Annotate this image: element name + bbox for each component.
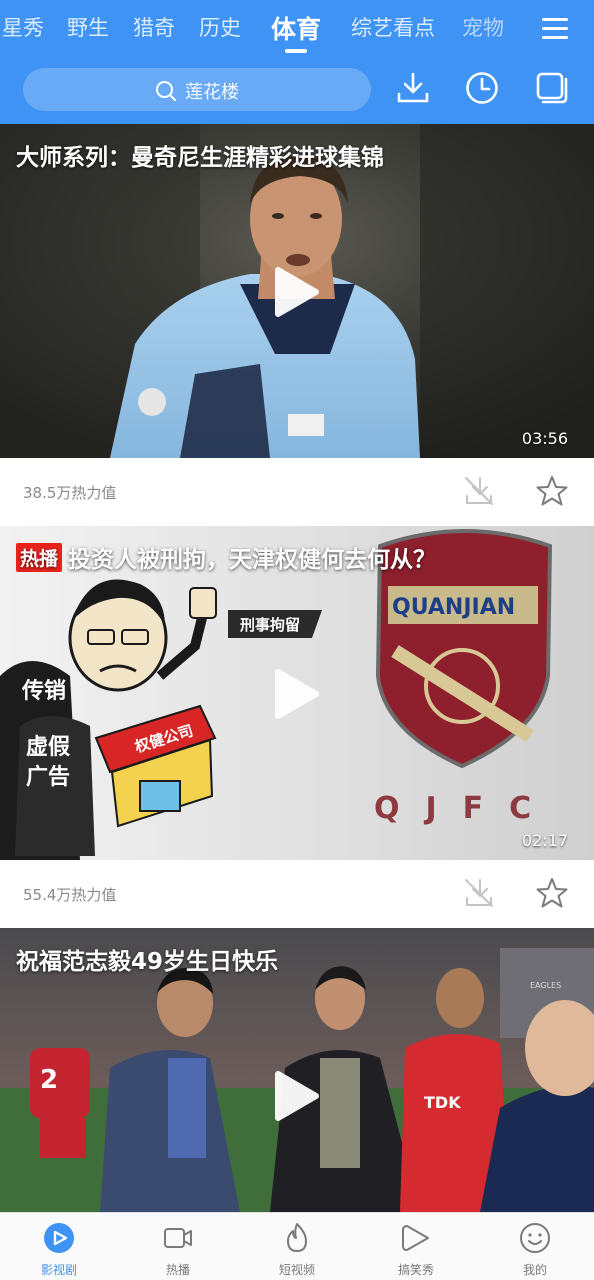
tab-lishi[interactable]: 历史 [199, 12, 241, 42]
tab-tiyu[interactable]: 体育 [271, 10, 321, 46]
video-thumbnail[interactable]: EAGLES 2 TDK 祝福范志毅49岁生日快乐 [0, 928, 594, 1212]
play-bubble-icon [402, 1225, 429, 1251]
smiley-icon [520, 1223, 550, 1253]
category-tabs: 星秀 野生 猎奇 历史 体育 综艺看点 宠物 [0, 0, 594, 58]
card-footer: 55.4万热力值 [0, 860, 594, 926]
download-icon[interactable] [462, 876, 496, 910]
nav-item-rebo[interactable]: 热播 [119, 1213, 237, 1280]
tab-lieqi[interactable]: 猎奇 [133, 12, 175, 42]
download-icon[interactable] [395, 70, 431, 106]
play-icon[interactable] [272, 1068, 322, 1124]
play-icon[interactable] [272, 264, 322, 320]
nav-label: 影视剧 [40, 1263, 77, 1277]
flame-icon [287, 1223, 307, 1252]
video-title: 热播 投资人被刑拘，天津权健何去何从？ [16, 540, 436, 574]
video-title: 祝福范志毅49岁生日快乐 [16, 949, 279, 975]
image-text-left1: 传销 [21, 679, 66, 704]
menu-icon[interactable] [540, 14, 570, 44]
tab-chongwu[interactable]: 宠物 [462, 12, 504, 42]
play-icon[interactable] [272, 666, 322, 722]
play-circle-icon [44, 1223, 74, 1253]
tab-xingxiu[interactable]: 星秀 [2, 12, 44, 42]
search-icon [156, 81, 176, 101]
video-card: 大师系列：曼奇尼生涯精彩进球集锦 03:56 38.5万热力值 [0, 124, 594, 526]
video-camera-icon [164, 1228, 192, 1248]
video-thumbnail[interactable]: 传销 虚假 广告 刑事拘留 权健公司 QUANJIAN QJFC 热播 投资人被… [0, 526, 594, 860]
image-text-left2: 虚假 [26, 734, 70, 760]
nav-label: 搞笑秀 [397, 1263, 434, 1277]
video-card: 传销 虚假 广告 刑事拘留 权健公司 QUANJIAN QJFC 热播 投资人被… [0, 526, 594, 928]
card-footer: 38.5万热力值 [0, 458, 594, 524]
video-duration: 02:17 [521, 831, 568, 850]
nav-label: 热播 [165, 1263, 190, 1277]
hot-badge: 热播 [16, 543, 63, 572]
video-card: EAGLES 2 TDK 祝福范志毅49岁生日快乐 [0, 928, 594, 1212]
nav-item-wode[interactable]: 我的 [476, 1213, 594, 1280]
nav-item-gaoxiaoxiu[interactable]: 搞笑秀 [357, 1213, 475, 1280]
nav-item-duanshipin[interactable]: 短视频 [238, 1213, 356, 1280]
video-title: 大师系列：曼奇尼生涯精彩进球集锦 [16, 145, 384, 171]
nav-label: 我的 [522, 1263, 547, 1277]
video-title-text: 投资人被刑拘，天津权健何去何从？ [68, 547, 437, 573]
search-input[interactable]: 莲花楼 [23, 68, 371, 111]
star-icon[interactable] [535, 474, 569, 508]
video-thumbnail[interactable]: 大师系列：曼奇尼生涯精彩进球集锦 03:56 [0, 124, 594, 458]
heat-value: 38.5万热力值 [23, 484, 117, 502]
collection-icon[interactable] [534, 70, 570, 106]
download-icon[interactable] [462, 474, 496, 508]
star-icon[interactable] [535, 876, 569, 910]
image-text-left3: 广告 [26, 764, 70, 790]
search-placeholder: 莲花楼 [185, 82, 239, 103]
history-clock-icon[interactable] [464, 70, 500, 106]
top-header: 星秀 野生 猎奇 历史 体育 综艺看点 宠物 莲花楼 [0, 0, 594, 124]
svg-text:2: 2 [40, 1065, 58, 1095]
image-text-tag: 刑事拘留 [240, 616, 300, 634]
image-text-board: EAGLES [530, 981, 561, 990]
tab-zongyi[interactable]: 综艺看点 [351, 12, 435, 42]
video-duration: 03:56 [521, 429, 568, 448]
image-text-jersey: TDK [424, 1093, 461, 1112]
active-tab-indicator [285, 49, 307, 53]
nav-item-yingshiju[interactable]: 影视剧 [0, 1213, 118, 1280]
image-text-club: QJFC [374, 791, 557, 826]
nav-label: 短视频 [278, 1263, 315, 1277]
bottom-navigation: 影视剧 热播 短视频 搞笑秀 我的 [0, 1212, 594, 1280]
tab-yesheng[interactable]: 野生 [67, 12, 109, 42]
image-text-crest: QUANJIAN [392, 595, 515, 620]
heat-value: 55.4万热力值 [23, 886, 117, 904]
